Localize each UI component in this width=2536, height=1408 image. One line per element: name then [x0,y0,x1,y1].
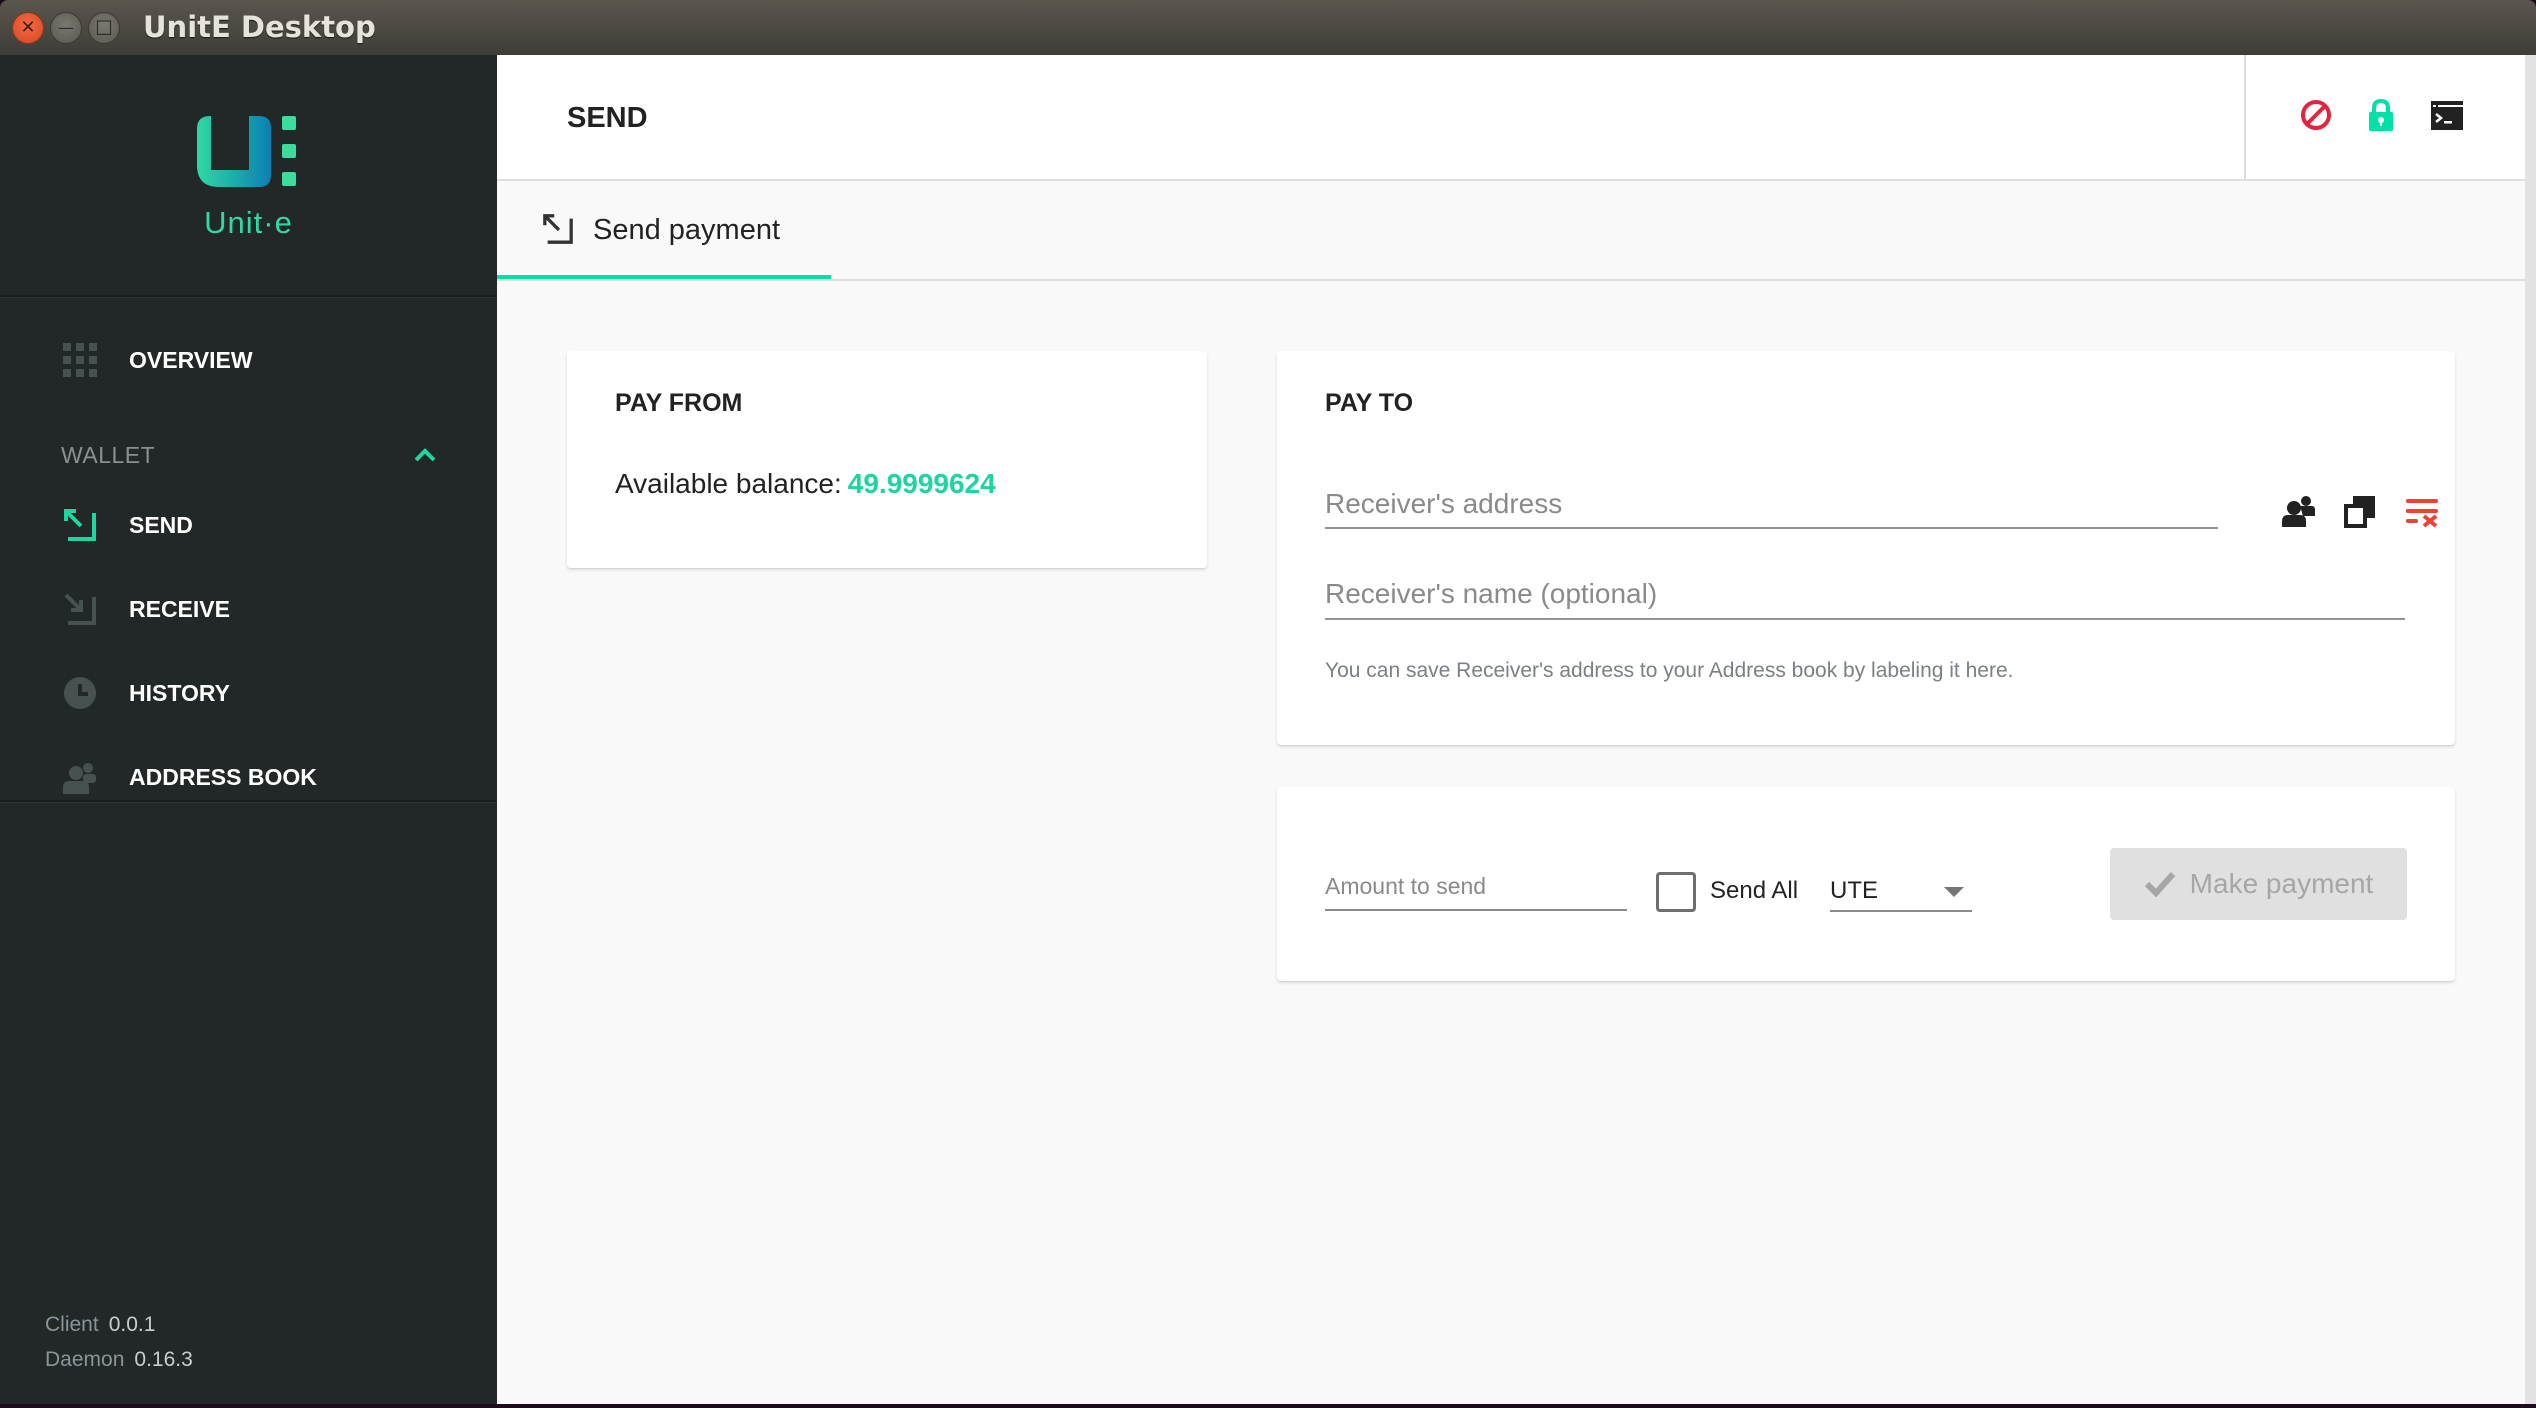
send-all-checkbox[interactable] [1656,872,1696,912]
logo-text: Unit·e [204,205,293,240]
logo: Unit·e [0,55,497,297]
sidebar-item-send[interactable]: SEND [0,490,497,560]
no-connection-icon [2301,100,2331,130]
window-close-button[interactable]: ✕ [12,12,44,44]
console-button[interactable] [2427,95,2467,135]
address-book-hint: You can save Receiver's address to your … [1325,659,2014,682]
console-icon [2431,101,2463,130]
currency-value: UTE [1830,877,1878,904]
sidebar-item-overview[interactable]: OVERVIEW [0,325,497,395]
window-titlebar: ✕ — ☐ UnitE Desktop [0,0,2536,55]
paste-address-button[interactable] [2340,491,2380,531]
chevron-up-icon [414,448,436,462]
currency-select[interactable]: UTE [1830,867,1972,912]
checkmark-icon [2144,871,2175,898]
amount-card: Send All UTE Make payment [1277,787,2455,981]
contacts-icon [62,759,98,795]
minimize-icon: — [58,18,74,37]
sidebar: Unit·e OVERVIEW WALLET SEND RECEIVE HIST… [0,55,497,1404]
tab-send-payment[interactable]: Send payment [497,181,831,279]
tab-label: Send payment [593,214,781,246]
sidebar-item-label: HISTORY [129,679,230,706]
balance-label: Available balance: [615,468,842,499]
pay-from-title: PAY FROM [615,389,743,417]
sidebar-item-label: RECEIVE [129,595,230,622]
maximize-icon: ☐ [95,16,113,40]
clear-all-icon [2406,499,2438,528]
sidebar-item-label: OVERVIEW [129,346,253,373]
sidebar-item-label: SEND [129,511,193,538]
available-balance: Available balance: 49.9999624 [615,468,996,500]
wallet-section-label: WALLET [61,441,156,468]
window-maximize-button[interactable]: ☐ [88,12,120,44]
version-info: Client 0.0.1 Daemon 0.16.3 [45,1307,193,1377]
grid-icon [62,342,98,378]
header-divider [2244,55,2246,179]
lock-icon [2369,98,2393,131]
sidebar-item-history[interactable]: HISTORY [0,658,497,728]
balance-value: 49.9999624 [847,468,996,499]
make-payment-button[interactable]: Make payment [2110,848,2407,920]
clear-fields-button[interactable] [2402,491,2442,531]
pay-to-card: PAY TO Receiver's address Receiver's nam… [1277,351,2455,745]
sidebar-item-label: ADDRESS BOOK [129,763,317,790]
pay-to-title: PAY TO [1325,389,1414,417]
page-title: SEND [567,102,648,134]
wallet-lock-button[interactable] [2361,95,2401,135]
receiver-name-input[interactable] [1325,570,2405,620]
receiver-address-input[interactable] [1325,481,2218,529]
copy-paste-icon [2344,496,2375,528]
send-arrow-icon [62,507,98,543]
contacts-icon [2282,496,2315,527]
window-title: UnitE Desktop [143,10,376,44]
sidebar-divider [0,800,497,803]
unite-logo-icon [197,116,296,187]
daemon-version: Daemon 0.16.3 [45,1348,193,1371]
receive-arrow-icon [62,591,98,627]
no-connection-button[interactable] [2296,95,2336,135]
scrollbar-track[interactable] [2525,55,2536,1404]
sidebar-divider [0,295,497,298]
dropdown-arrow-icon [1944,887,1964,897]
main-content: SEND Send payment PAY FROM Available bal… [497,55,2525,1404]
amount-input[interactable] [1325,863,1627,911]
send-arrow-icon [543,214,573,244]
pay-from-card: PAY FROM Available balance: 49.9999624 [567,351,1207,568]
client-version: Client 0.0.1 [45,1313,156,1336]
clock-icon [62,675,98,711]
close-icon: ✕ [20,17,36,38]
window-minimize-button[interactable]: — [50,12,82,44]
send-all-label: Send All [1710,877,1799,904]
make-payment-label: Make payment [2189,868,2374,899]
wallet-section-toggle[interactable]: WALLET [0,430,497,480]
tab-bar: Send payment [497,181,2525,281]
page-header: SEND [497,55,2525,181]
sidebar-item-receive[interactable]: RECEIVE [0,574,497,644]
desktop-background [0,1404,2536,1408]
address-book-button[interactable] [2279,491,2319,531]
